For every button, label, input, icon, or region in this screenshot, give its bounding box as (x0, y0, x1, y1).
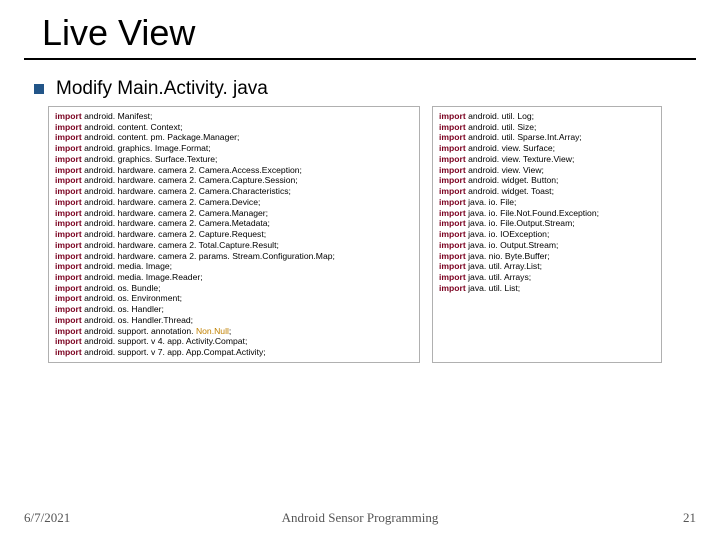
import-line: import android. content. pm. Package.Man… (55, 132, 413, 143)
import-line: import android. util. Sparse.Int.Array; (439, 132, 655, 143)
import-line: import android. media. Image.Reader; (55, 272, 413, 283)
import-line: import java. util. Array.List; (439, 261, 655, 272)
import-line: import java. io. Output.Stream; (439, 240, 655, 251)
import-line: import android. hardware. camera 2. Tota… (55, 240, 413, 251)
import-line: import android. hardware. camera 2. Came… (55, 197, 413, 208)
import-line: import java. io. File.Output.Stream; (439, 218, 655, 229)
import-line: import android. graphics. Surface.Textur… (55, 154, 413, 165)
import-line: import android. graphics. Image.Format; (55, 143, 413, 154)
import-line: import android. support. annotation. Non… (55, 326, 413, 337)
import-line: import java. io. File.Not.Found.Exceptio… (439, 208, 655, 219)
import-line: import android. util. Size; (439, 122, 655, 133)
import-line: import java. util. Arrays; (439, 272, 655, 283)
import-line: import android. support. v 7. app. App.C… (55, 347, 413, 358)
subtitle-row: Modify Main.Activity. java (24, 78, 696, 100)
import-line: import android. os. Handler; (55, 304, 413, 315)
code-box-left: import android. Manifest;import android.… (48, 106, 420, 363)
bullet-icon (34, 84, 44, 94)
import-line: import android. os. Handler.Thread; (55, 315, 413, 326)
import-line: import android. hardware. camera 2. Came… (55, 175, 413, 186)
import-line: import android. os. Bundle; (55, 283, 413, 294)
import-line: import android. content. Context; (55, 122, 413, 133)
import-line: import java. io. File; (439, 197, 655, 208)
import-line: import android. widget. Button; (439, 175, 655, 186)
footer-page: 21 (683, 510, 696, 526)
import-line: import android. media. Image; (55, 261, 413, 272)
import-line: import android. view. Surface; (439, 143, 655, 154)
import-line: import android. widget. Toast; (439, 186, 655, 197)
import-line: import android. hardware. camera 2. Came… (55, 165, 413, 176)
slide-footer: 6/7/2021 Android Sensor Programming 21 (24, 510, 696, 526)
import-line: import android. hardware. camera 2. Came… (55, 218, 413, 229)
footer-date: 6/7/2021 (24, 510, 70, 526)
import-line: import android. os. Environment; (55, 293, 413, 304)
import-line: import android. util. Log; (439, 111, 655, 122)
import-line: import java. util. List; (439, 283, 655, 294)
import-line: import java. io. IOException; (439, 229, 655, 240)
footer-center: Android Sensor Programming (282, 510, 439, 526)
import-line: import android. view. View; (439, 165, 655, 176)
import-line: import java. nio. Byte.Buffer; (439, 251, 655, 262)
code-box-right: import android. util. Log;import android… (432, 106, 662, 363)
page-title: Live View (24, 12, 696, 54)
import-line: import android. hardware. camera 2. Came… (55, 208, 413, 219)
import-line: import android. hardware. camera 2. para… (55, 251, 413, 262)
import-line: import android. support. v 4. app. Activ… (55, 336, 413, 347)
subtitle-text: Modify Main.Activity. java (56, 78, 268, 100)
import-line: import android. hardware. camera 2. Came… (55, 186, 413, 197)
code-columns: import android. Manifest;import android.… (24, 106, 696, 363)
import-line: import android. Manifest; (55, 111, 413, 122)
import-line: import android. view. Texture.View; (439, 154, 655, 165)
import-line: import android. hardware. camera 2. Capt… (55, 229, 413, 240)
